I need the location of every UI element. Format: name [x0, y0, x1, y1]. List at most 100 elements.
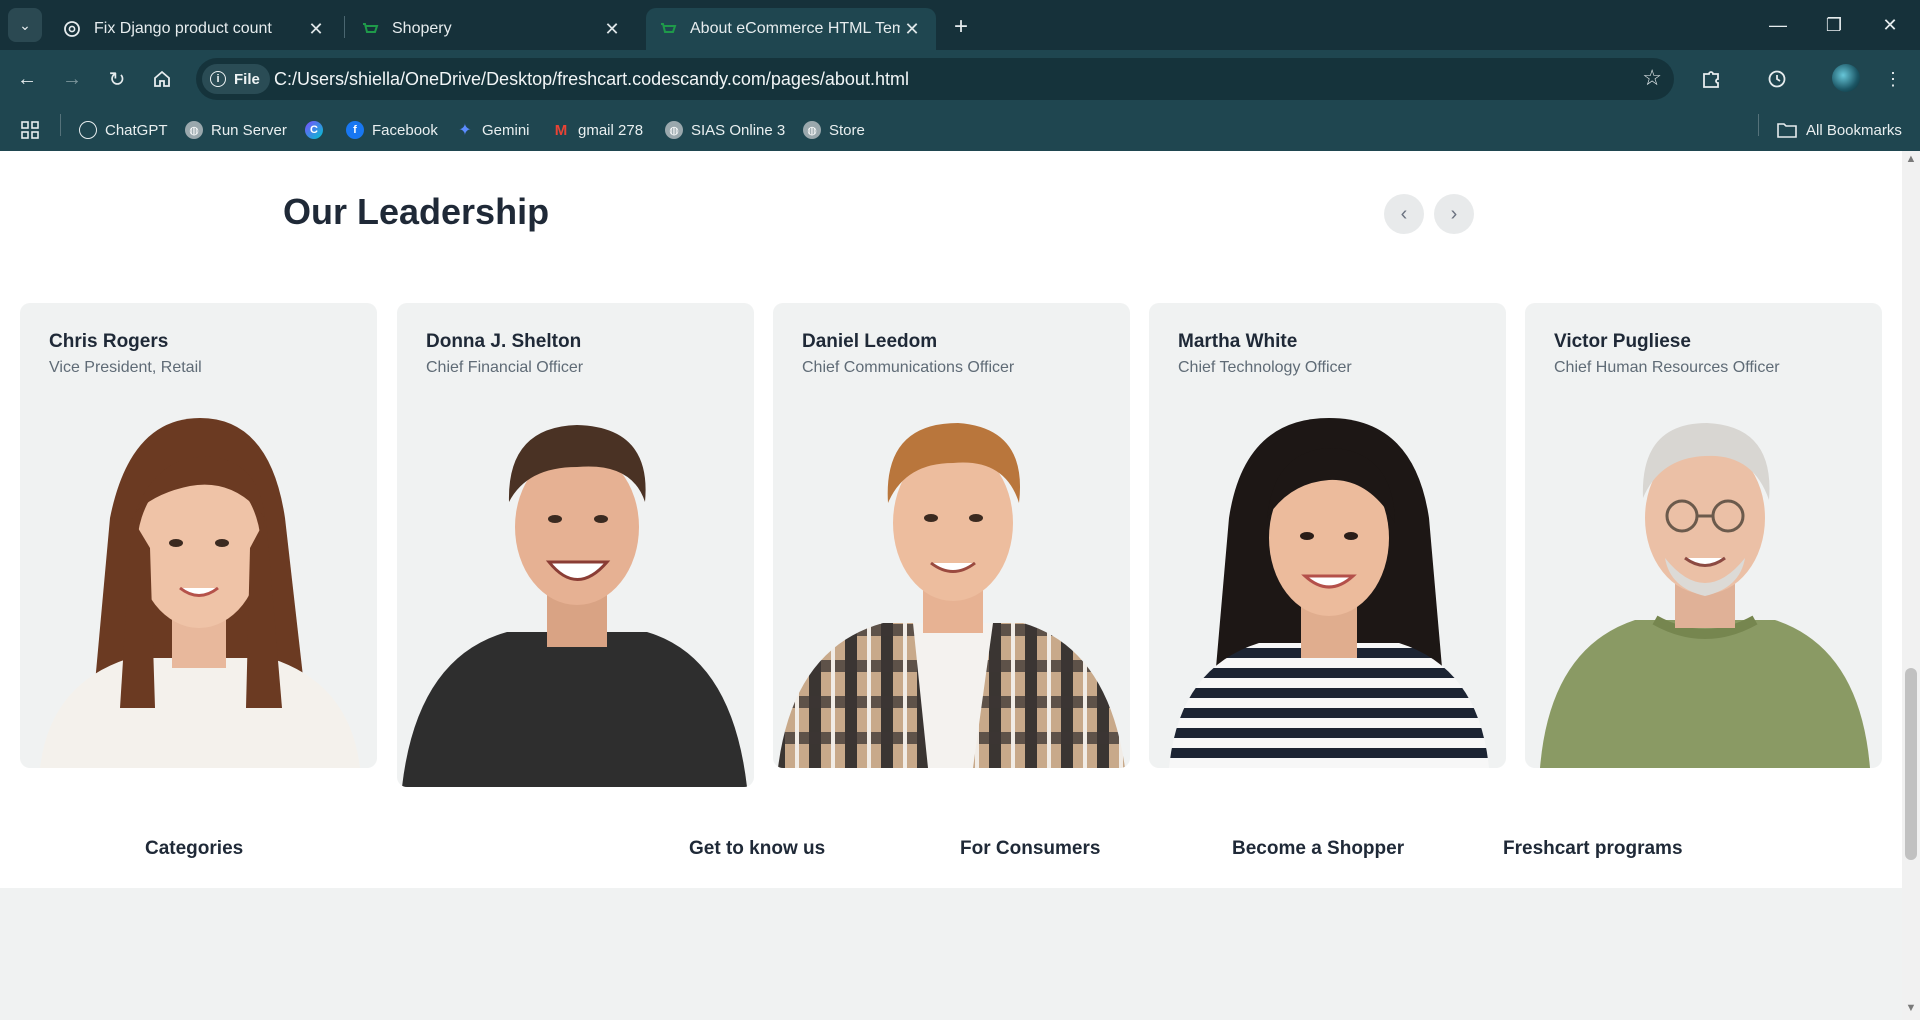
canva-icon: C: [305, 121, 323, 139]
bookmark-label: Gemini: [482, 121, 530, 139]
leader-name: Victor Pugliese: [1554, 331, 1691, 352]
minimize-icon: —: [1769, 14, 1787, 35]
chatgpt-icon: [79, 121, 97, 139]
browser-toolbar: ← → ↻ i File C:/Users/shiella/OneDrive/D…: [0, 50, 1920, 108]
forward-button[interactable]: →: [55, 62, 89, 96]
section-title: Our Leadership: [283, 191, 550, 232]
bookmark-star-icon[interactable]: ☆: [1642, 65, 1662, 91]
extensions-button[interactable]: [1694, 62, 1728, 96]
all-bookmarks-button[interactable]: All Bookmarks: [1776, 118, 1902, 142]
scrollbar-thumb[interactable]: [1905, 668, 1917, 860]
carousel-prev-button[interactable]: ‹: [1384, 194, 1424, 234]
bookmark-chatgpt[interactable]: ChatGPT: [79, 118, 168, 142]
puzzle-icon: [1703, 71, 1719, 88]
tab-fix-django[interactable]: Fix Django product count ✕: [50, 8, 340, 50]
globe-icon: ◍: [665, 121, 683, 139]
footer: [0, 888, 1902, 1020]
bookmark-store[interactable]: ◍ Store: [803, 118, 865, 142]
home-icon: [154, 70, 170, 87]
address-bar[interactable]: i File C:/Users/shiella/OneDrive/Desktop…: [196, 58, 1674, 100]
bookmarks-divider: [1758, 114, 1759, 136]
bookmark-run-server[interactable]: ◍ Run Server: [185, 118, 287, 142]
back-button[interactable]: ←: [10, 62, 44, 96]
leader-portrait: [1540, 423, 1870, 768]
scroll-up-arrow-icon[interactable]: ▲: [1902, 153, 1920, 167]
tab-search-button[interactable]: ⌄: [8, 8, 42, 42]
leader-card[interactable]: Daniel Leedom Chief Communications Offic…: [773, 303, 1130, 768]
globe-icon: ◍: [185, 121, 203, 139]
leader-name: Martha White: [1178, 331, 1298, 352]
reload-icon: ↻: [108, 68, 126, 91]
leader-card[interactable]: Chris Rogers Vice President, Retail: [20, 303, 377, 768]
url-text[interactable]: C:/Users/shiella/OneDrive/Desktop/freshc…: [274, 69, 909, 90]
footer-heading-for-consumers: For Consumers: [960, 838, 1101, 859]
gmail-icon: M: [554, 121, 568, 139]
new-tab-button[interactable]: +: [946, 12, 976, 42]
tab-title: Fix Django product count: [94, 20, 272, 37]
scroll-down-arrow-icon[interactable]: ▼: [1902, 1002, 1920, 1016]
leader-role: Chief Technology Officer: [1178, 359, 1352, 376]
gemini-icon: ✦: [458, 122, 472, 139]
leader-name: Donna J. Shelton: [426, 331, 582, 352]
bookmarks-divider: [60, 114, 61, 136]
bookmark-label: Facebook: [372, 121, 438, 139]
bookmark-sias[interactable]: ◍ SIAS Online 3: [665, 118, 785, 142]
tab-title: Shopery: [392, 20, 452, 37]
history-icon: [1768, 70, 1786, 88]
page-scrollbar[interactable]: [1902, 151, 1920, 1020]
leader-portrait: [1169, 418, 1489, 768]
chevron-right-icon: ›: [1450, 202, 1458, 225]
reload-button[interactable]: ↻: [100, 62, 134, 96]
tab-shopery[interactable]: Shopery ✕: [348, 8, 636, 50]
leader-name: Daniel Leedom: [802, 331, 938, 352]
chatgpt-icon: [62, 19, 82, 39]
leader-role: Chief Human Resources Officer: [1554, 359, 1780, 376]
minimize-button[interactable]: —: [1750, 0, 1806, 50]
profile-avatar[interactable]: [1832, 64, 1860, 92]
restore-icon: ❐: [1825, 14, 1843, 35]
footer-heading-categories: Categories: [145, 838, 244, 859]
menu-button[interactable]: ⋮: [1876, 62, 1910, 96]
leader-card[interactable]: Victor Pugliese Chief Human Resources Of…: [1525, 303, 1882, 768]
chevron-down-icon: ⌄: [19, 16, 31, 33]
close-window-button[interactable]: ✕: [1862, 0, 1918, 50]
history-button[interactable]: [1760, 62, 1794, 96]
folder-icon: [1777, 123, 1797, 138]
info-icon: i: [210, 71, 226, 87]
restore-button[interactable]: ❐: [1806, 0, 1862, 50]
scheme-label: File: [234, 70, 260, 88]
back-arrow-icon: ←: [17, 67, 37, 90]
bookmark-gmail[interactable]: M gmail 278: [552, 118, 643, 142]
tab-strip: ⌄ Fix Django product count ✕ Shopery ✕ A…: [0, 0, 1920, 50]
forward-arrow-icon: →: [62, 67, 82, 90]
apps-button[interactable]: [20, 118, 40, 142]
leader-portrait: [778, 423, 1125, 768]
home-button[interactable]: [145, 62, 179, 96]
bookmarks-bar: ChatGPT ◍ Run Server C f Facebook ✦ Gemi…: [0, 108, 1920, 151]
leader-card[interactable]: Donna J. Shelton Chief Financial Officer: [397, 303, 754, 787]
site-info-chip[interactable]: i File: [202, 64, 270, 94]
carousel-next-button[interactable]: ›: [1434, 194, 1474, 234]
close-icon[interactable]: ✕: [600, 17, 624, 41]
close-icon[interactable]: ✕: [900, 17, 924, 41]
tab-about-ecommerce[interactable]: About eCommerce HTML Temp ✕: [646, 8, 936, 50]
bookmark-facebook[interactable]: f Facebook: [346, 118, 438, 142]
bookmark-canva[interactable]: C: [305, 118, 331, 142]
cart-icon: [360, 19, 380, 39]
page-viewport: Our Leadership ‹ › Chris Rogers Vice Pre…: [0, 151, 1902, 1020]
close-icon[interactable]: ✕: [304, 17, 328, 41]
plus-icon: +: [953, 13, 968, 40]
leader-role: Chief Communications Officer: [802, 359, 1015, 376]
apps-grid-icon: [21, 121, 39, 139]
chevron-left-icon: ‹: [1400, 202, 1408, 225]
bookmark-label: gmail 278: [578, 121, 644, 139]
close-icon: ✕: [1882, 14, 1898, 35]
bookmark-gemini[interactable]: ✦ Gemini: [456, 118, 530, 142]
leader-name: Chris Rogers: [49, 331, 169, 352]
leader-card[interactable]: Martha White Chief Technology Officer: [1149, 303, 1506, 768]
leader-portrait: [40, 418, 360, 768]
bookmark-label: SIAS Online 3: [691, 121, 786, 139]
bookmark-label: Store: [829, 121, 865, 139]
tab-title: About eCommerce HTML Temp: [690, 20, 900, 37]
leader-role: Chief Financial Officer: [426, 359, 584, 376]
